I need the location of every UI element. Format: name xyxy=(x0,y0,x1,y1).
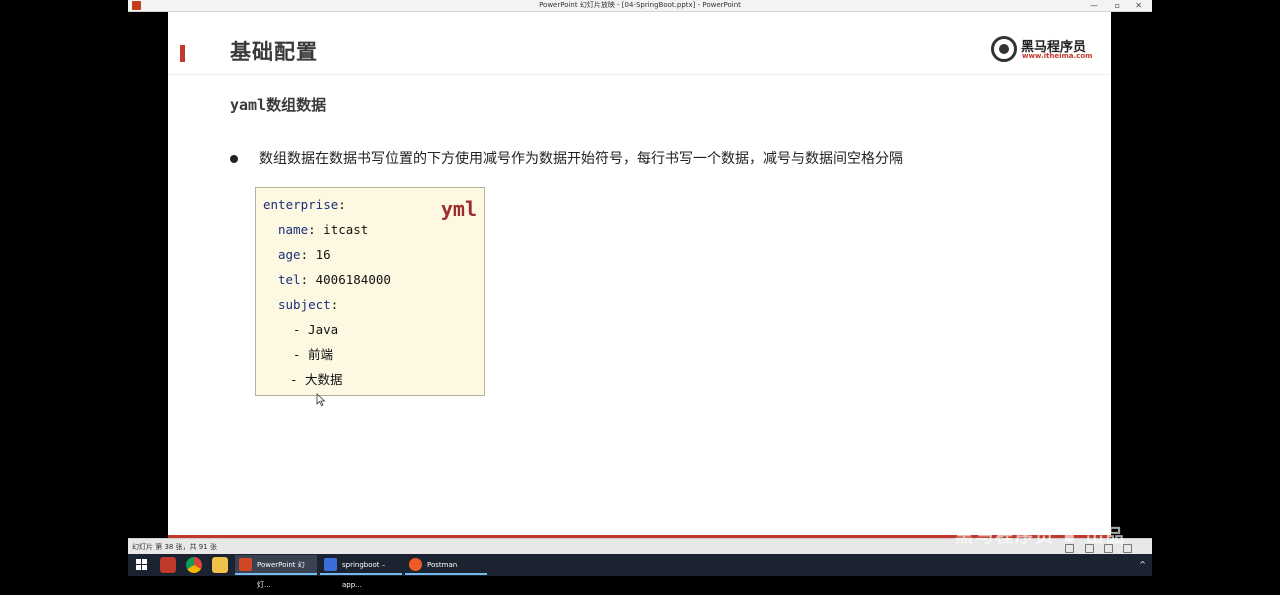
code-language-tag: yml xyxy=(440,197,477,221)
code-line: age: 16 xyxy=(278,247,331,262)
file-explorer-icon[interactable] xyxy=(212,557,228,573)
yaml-code-block: yml enterprise: name: itcast age: 16 tel… xyxy=(255,187,485,396)
code-line: - 前端 xyxy=(293,347,334,362)
title-accent-bar xyxy=(180,45,185,62)
chevron-up-icon[interactable]: ^ xyxy=(1139,560,1146,569)
bullet-text: 数组数据在数据书写位置的下方使用减号作为数据开始符号，每行书写一个数据，减号与数… xyxy=(259,151,903,167)
taskbar-item-label: Postman xyxy=(427,561,458,569)
code-line: - 大数据 xyxy=(290,372,343,387)
app-launcher-icon[interactable] xyxy=(160,557,176,573)
bullet-icon xyxy=(230,155,238,163)
windows-start-icon[interactable] xyxy=(136,559,148,571)
taskbar-item-label: springboot – app... xyxy=(342,561,386,589)
intellij-icon xyxy=(324,558,337,571)
postman-icon xyxy=(409,558,422,571)
windows-taskbar: PowerPoint 幻灯... springboot – app... Pos… xyxy=(128,554,1152,589)
window-titlebar: PowerPoint 幻灯片放映 - [04-SpringBoot.pptx] … xyxy=(128,0,1152,12)
code-line: tel: 4006184000 xyxy=(278,272,391,287)
minimize-button[interactable]: — xyxy=(1090,0,1098,11)
slide-counter: 幻灯片 第 38 张，共 91 张 xyxy=(132,543,217,551)
taskbar-item-intellij[interactable]: springboot – app... xyxy=(320,555,402,589)
code-line: enterprise: xyxy=(263,197,346,212)
slide-title: 基础配置 xyxy=(230,40,318,64)
slide-canvas[interactable]: 基础配置 黑马程序员 www.itheima.com yaml数组数据 数组数据… xyxy=(168,12,1111,538)
close-button[interactable]: ✕ xyxy=(1135,0,1142,11)
logo-url: www.itheima.com xyxy=(1022,52,1093,60)
code-line: subject: xyxy=(278,297,339,312)
chrome-icon[interactable] xyxy=(186,557,202,573)
title-divider xyxy=(168,74,1111,75)
mouse-cursor-icon xyxy=(316,393,326,406)
section-subtitle: yaml数组数据 xyxy=(230,96,327,114)
restore-button[interactable]: ▫ xyxy=(1115,0,1120,11)
code-line: - Java xyxy=(293,322,339,337)
powerpoint-app-icon xyxy=(132,1,141,10)
code-line: name: itcast xyxy=(278,222,369,237)
powerpoint-icon xyxy=(239,558,252,571)
video-watermark: 黑马程序员 ▪ 出品 xyxy=(955,526,1126,547)
taskbar-item-powerpoint[interactable]: PowerPoint 幻灯... xyxy=(235,555,317,589)
taskbar-item-label: PowerPoint 幻灯... xyxy=(257,561,305,589)
taskbar-item-postman[interactable]: Postman xyxy=(405,555,487,575)
brand-logo: 黑马程序员 www.itheima.com xyxy=(991,34,1093,64)
horse-logo-icon xyxy=(991,36,1017,62)
window-title: PowerPoint 幻灯片放映 - [04-SpringBoot.pptx] … xyxy=(539,1,741,9)
